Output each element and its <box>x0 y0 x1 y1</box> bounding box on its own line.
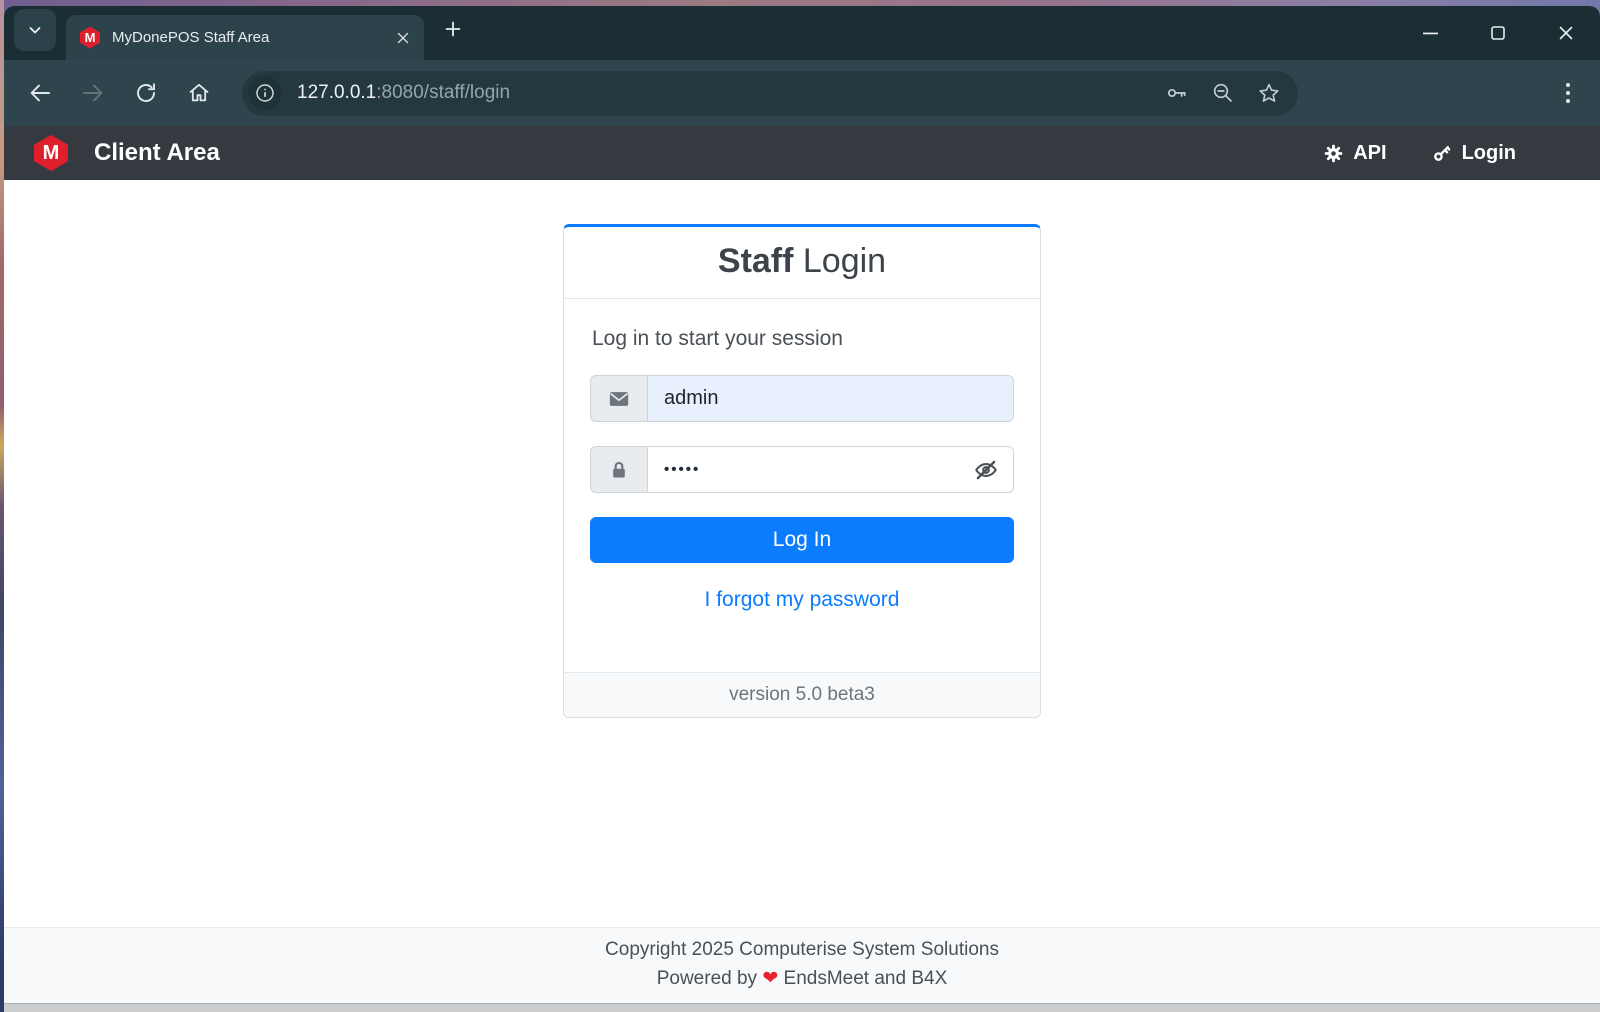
password-reveal-toggle[interactable] <box>971 455 1001 485</box>
lock-icon <box>613 461 625 477</box>
site-navbar: M Client Area API Login <box>4 126 1600 180</box>
login-button[interactable]: Log In <box>590 517 1014 563</box>
info-icon <box>256 84 274 102</box>
forward-button[interactable] <box>79 79 107 107</box>
heart-icon: ❤ <box>762 968 779 989</box>
tab-title: MyDonePOS Staff Area <box>112 29 270 46</box>
url-host: 127.0.0.1 <box>297 82 377 103</box>
window-controls <box>1396 6 1600 60</box>
chevron-down-icon <box>29 27 41 34</box>
login-title-light: Login <box>793 242 887 280</box>
browser-menu-button[interactable] <box>1554 79 1582 107</box>
window-close-button[interactable] <box>1532 6 1600 60</box>
navbar-link-api-label: API <box>1353 141 1387 164</box>
browser-titlebar: M MyDonePOS Staff Area <box>4 6 1600 60</box>
navbar-right: API Login <box>1323 142 1570 165</box>
key-icon <box>1433 145 1450 161</box>
window-minimize-button[interactable] <box>1396 6 1464 60</box>
reload-icon <box>137 83 155 102</box>
back-button[interactable] <box>26 79 54 107</box>
gear-icon <box>1324 144 1343 162</box>
bookmark-button[interactable] <box>1256 80 1282 106</box>
tab-favicon: M <box>80 26 100 49</box>
tab-favicon-letter: M <box>84 30 96 45</box>
login-subtitle: Log in to start your session <box>592 327 843 350</box>
new-tab-button[interactable] <box>436 12 470 46</box>
close-icon <box>397 32 409 43</box>
address-bar[interactable]: 127.0.0.1:8080/staff/login <box>242 70 1298 116</box>
star-icon <box>1259 83 1279 102</box>
powered-suffix: EndsMeet and B4X <box>778 968 948 989</box>
plus-icon <box>445 21 461 37</box>
arrow-back-icon <box>30 84 50 102</box>
username-addon <box>590 375 647 422</box>
maximize-icon <box>1491 26 1505 40</box>
eye-slash-icon <box>975 460 997 479</box>
desktop-wallpaper: M MyDonePOS Staff Area 127.0.0.1:8080/st… <box>0 0 1600 1012</box>
window-maximize-button[interactable] <box>1464 6 1532 60</box>
tab-search-button[interactable] <box>14 9 56 51</box>
close-icon <box>1559 26 1573 40</box>
login-title-bold: Staff <box>717 242 794 280</box>
url-text[interactable]: 127.0.0.1:8080/staff/login <box>297 82 1144 104</box>
copyright-line: Copyright 2025 Computerise System Soluti… <box>605 939 999 960</box>
powered-prefix: Powered by <box>656 968 763 989</box>
navbar-link-login-label: Login <box>1461 141 1516 164</box>
reload-button[interactable] <box>132 79 160 107</box>
browser-toolbar: 127.0.0.1:8080/staff/login <box>4 60 1600 126</box>
username-input[interactable] <box>647 375 1014 422</box>
site-logo-letter: M <box>42 141 60 164</box>
navbar-link-api[interactable]: API <box>1323 141 1387 165</box>
minimize-icon <box>1422 32 1438 34</box>
username-input-group <box>590 375 1014 422</box>
key-icon <box>1167 88 1186 98</box>
home-icon <box>189 83 209 102</box>
url-path: :8080/staff/login <box>376 82 511 103</box>
browser-window: M MyDonePOS Staff Area 127.0.0.1:8080/st… <box>4 6 1600 1012</box>
password-input[interactable] <box>647 446 1014 493</box>
tab-close-button[interactable] <box>390 25 416 51</box>
site-brand[interactable]: Client Area <box>94 139 220 167</box>
page-footer: Copyright 2025 Computerise System Soluti… <box>4 927 1600 1003</box>
site-logo[interactable]: M <box>34 135 68 171</box>
site-info-button[interactable] <box>248 76 282 110</box>
saved-password-button[interactable] <box>1164 80 1190 106</box>
window-bottom-edge <box>4 1003 1600 1012</box>
powered-line: Powered by ❤ EndsMeet and B4X <box>4 964 1600 993</box>
login-card-title: Staff Login <box>564 227 1040 299</box>
browser-tab[interactable]: M MyDonePOS Staff Area <box>66 15 424 60</box>
navbar-link-login[interactable]: Login <box>1431 142 1516 165</box>
home-button[interactable] <box>185 79 213 107</box>
zoom-out-button[interactable] <box>1210 80 1236 106</box>
login-card-body: Log in to start your session admin •••••… <box>564 299 1040 642</box>
password-addon <box>590 446 647 493</box>
kebab-menu-icon <box>1566 83 1570 103</box>
page-content: Staff Login Log in to start your session <box>4 180 1600 927</box>
login-card: Staff Login Log in to start your session <box>563 224 1041 718</box>
magnifier-minus-icon <box>1213 83 1232 102</box>
arrow-forward-icon <box>83 84 103 102</box>
envelope-icon <box>609 391 629 406</box>
password-input-group <box>590 446 1014 493</box>
forgot-password-link[interactable]: I forgot my password <box>590 588 1014 612</box>
version-footer: version 5.0 beta3 <box>564 672 1040 717</box>
